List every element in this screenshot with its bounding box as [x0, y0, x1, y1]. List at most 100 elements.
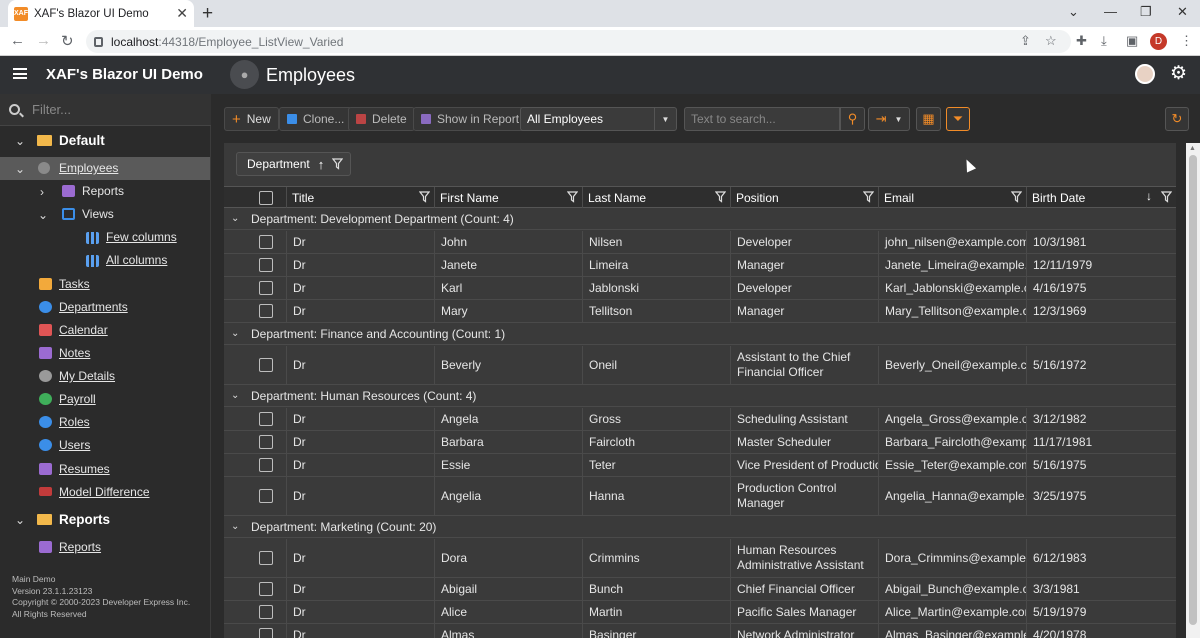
row-checkbox[interactable] — [259, 435, 273, 449]
show-in-report-button[interactable]: Show in Report — [413, 107, 528, 131]
cell-email[interactable]: john_nilsen@example.com — [878, 231, 1026, 253]
cell-birth-date[interactable]: 5/16/1972 — [1026, 346, 1176, 384]
cell-email[interactable]: Dora_Crimmins@example.... — [878, 539, 1026, 577]
column-header-birth-date[interactable]: Birth Date ↓ — [1026, 187, 1176, 208]
column-header-title[interactable]: Title — [286, 187, 434, 208]
table-row[interactable]: Dr Barbara Faircloth Master Scheduler Barbar… — [224, 431, 1176, 454]
cell-first-name[interactable]: Dora — [434, 539, 582, 577]
cell-email[interactable]: Alice_Martin@example.com — [878, 601, 1026, 623]
chevron-down-icon[interactable]: ⌄ — [15, 162, 25, 176]
sidebar-item-views[interactable]: ⌄ Views — [0, 203, 210, 226]
chevron-right-icon[interactable]: › — [40, 185, 44, 199]
cell-position[interactable]: Developer — [730, 231, 878, 253]
menu-icon[interactable] — [13, 68, 27, 79]
cell-first-name[interactable]: Angela — [434, 408, 582, 430]
cell-title[interactable]: Dr — [286, 578, 434, 600]
cell-title[interactable]: Dr — [286, 539, 434, 577]
filter-icon[interactable] — [863, 191, 874, 203]
clone-button[interactable]: Clone... — [279, 107, 353, 131]
cell-position[interactable]: Master Scheduler — [730, 431, 878, 453]
browser-menu-icon[interactable]: ⋮ — [1180, 33, 1193, 49]
group-row[interactable]: ⌄ Department: Finance and Accounting (Cou… — [224, 323, 1176, 345]
scrollbar-thumb[interactable] — [1189, 155, 1197, 625]
table-row[interactable]: Dr Essie Teter Vice President of Production… — [224, 454, 1176, 477]
sidebar-item-few-columns[interactable]: Few columns — [0, 226, 210, 249]
cell-birth-date[interactable]: 4/20/1978 — [1026, 624, 1176, 638]
new-tab-icon[interactable]: + — [202, 3, 213, 25]
column-header-first-name[interactable]: First Name — [434, 187, 582, 208]
sidebar-item-reports-2[interactable]: Reports — [0, 536, 210, 559]
search-input[interactable] — [685, 108, 835, 130]
cell-birth-date[interactable]: 12/11/1979 — [1026, 254, 1176, 276]
cell-title[interactable]: Dr — [286, 346, 434, 384]
row-checkbox[interactable] — [259, 235, 273, 249]
sidebar-item-resumes[interactable]: Resumes — [0, 458, 210, 481]
browser-tab[interactable]: XAF XAF's Blazor UI Demo ✕ — [8, 0, 194, 27]
filter-panel-button[interactable]: ⏷ — [946, 107, 970, 131]
cell-title[interactable]: Dr — [286, 454, 434, 476]
user-avatar[interactable] — [1135, 64, 1155, 84]
sidebar-item-my-details[interactable]: My Details — [0, 365, 210, 388]
cell-position[interactable]: Network Administrator — [730, 624, 878, 638]
table-row[interactable]: Dr Alice Martin Pacific Sales Manager Alice_… — [224, 601, 1176, 624]
restore-icon[interactable]: ❐ — [1140, 4, 1152, 20]
filter-icon[interactable] — [567, 191, 578, 203]
extensions-icon[interactable]: ✚ — [1076, 33, 1087, 49]
column-chooser-button[interactable]: ▦ — [916, 107, 941, 131]
cell-email[interactable]: Karl_Jablonski@example.c... — [878, 277, 1026, 299]
bookmark-star-icon[interactable]: ☆ — [1045, 33, 1057, 49]
row-checkbox[interactable] — [259, 458, 273, 472]
cell-email[interactable]: Essie_Teter@example.com — [878, 454, 1026, 476]
cell-title[interactable]: Dr — [286, 477, 434, 515]
download-icon[interactable]: ⤓ — [1101, 33, 1107, 49]
cell-first-name[interactable]: Janete — [434, 254, 582, 276]
cell-first-name[interactable]: Abigail — [434, 578, 582, 600]
cell-first-name[interactable]: Almas — [434, 624, 582, 638]
cell-position[interactable]: Assistant to the Chief Financial Officer — [730, 346, 878, 384]
sidepanel-icon[interactable]: ▣ — [1126, 33, 1138, 49]
sidebar-filter-input[interactable] — [32, 102, 192, 117]
cell-position[interactable]: Developer — [730, 277, 878, 299]
column-header-position[interactable]: Position — [730, 187, 878, 208]
cell-email[interactable]: Janete_Limeira@example.c... — [878, 254, 1026, 276]
cell-birth-date[interactable]: 3/12/1982 — [1026, 408, 1176, 430]
cell-title[interactable]: Dr — [286, 431, 434, 453]
chevron-down-icon[interactable]: ⌄ — [231, 328, 239, 339]
cell-position[interactable]: Manager — [730, 254, 878, 276]
cell-email[interactable]: Angela_Gross@example.co... — [878, 408, 1026, 430]
cell-title[interactable]: Dr — [286, 277, 434, 299]
filter-combo[interactable]: All Employees ▼ — [520, 107, 677, 131]
filter-icon[interactable] — [332, 158, 344, 170]
cell-email[interactable]: Abigail_Bunch@example.c... — [878, 578, 1026, 600]
chevron-down-icon[interactable]: ⌄ — [15, 513, 25, 527]
chevron-down-icon[interactable]: ⌄ — [231, 390, 239, 401]
cell-last-name[interactable]: Jablonski — [582, 277, 730, 299]
group-chip-department[interactable]: Department ↑ — [236, 152, 351, 176]
cell-last-name[interactable]: Gross — [582, 408, 730, 430]
cell-position[interactable]: Manager — [730, 300, 878, 322]
sidebar-item-payroll[interactable]: Payroll — [0, 388, 210, 411]
cell-title[interactable]: Dr — [286, 601, 434, 623]
cell-position[interactable]: Pacific Sales Manager — [730, 601, 878, 623]
cell-position[interactable]: Scheduling Assistant — [730, 408, 878, 430]
row-checkbox[interactable] — [259, 605, 273, 619]
cell-position[interactable]: Human Resources Administrative Assistant — [730, 539, 878, 577]
cell-title[interactable]: Dr — [286, 408, 434, 430]
cell-birth-date[interactable]: 12/3/1969 — [1026, 300, 1176, 322]
cell-last-name[interactable]: Teter — [582, 454, 730, 476]
group-row[interactable]: ⌄ Department: Marketing (Count: 20) — [224, 516, 1176, 538]
cell-email[interactable]: Mary_Tellitson@example.c... — [878, 300, 1026, 322]
sidebar-item-users[interactable]: Users — [0, 434, 210, 457]
sidebar-group-reports[interactable]: ⌄ Reports — [0, 509, 210, 531]
row-checkbox[interactable] — [259, 582, 273, 596]
cell-position[interactable]: Vice President of Production — [730, 454, 878, 476]
cell-first-name[interactable]: John — [434, 231, 582, 253]
cell-last-name[interactable]: Tellitson — [582, 300, 730, 322]
cell-birth-date[interactable]: 3/3/1981 — [1026, 578, 1176, 600]
delete-button[interactable]: Delete — [348, 107, 415, 131]
cell-first-name[interactable]: Angelia — [434, 477, 582, 515]
table-row[interactable]: Dr Abigail Bunch Chief Financial Officer Abi… — [224, 578, 1176, 601]
cell-last-name[interactable]: Basinger — [582, 624, 730, 638]
group-row[interactable]: ⌄ Department: Development Department (Cou… — [224, 208, 1176, 230]
filter-icon[interactable] — [1011, 191, 1022, 203]
